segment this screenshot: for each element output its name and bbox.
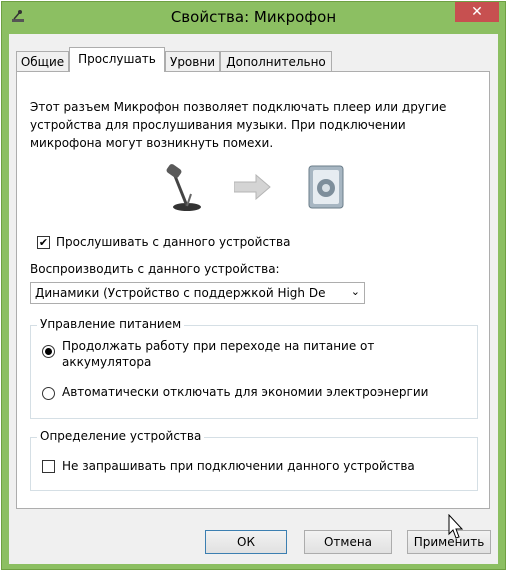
power-option-continue-label[interactable]: Продолжать работу при переходе на питани… (62, 338, 374, 370)
power-option-continue-line: аккумулятора (62, 355, 152, 369)
listen-checkbox[interactable]: ✔ (37, 236, 50, 249)
tab-listen[interactable]: Прослушать (69, 47, 165, 72)
detect-checkbox-label[interactable]: Не запрашивать при подключении данного у… (62, 459, 415, 473)
detect-group-title: Определение устройства (37, 429, 205, 443)
description-line: устройства для прослушивания музыки. При… (30, 118, 406, 132)
dialog-client: Общие Прослушать Уровни Дополнительно Эт… (9, 34, 498, 564)
power-option-disable-label[interactable]: Автоматически отключать для экономии эле… (62, 385, 428, 399)
arrow-right-icon (234, 174, 271, 200)
listen-checkbox-label[interactable]: Прослушивать с данного устройства (56, 235, 290, 249)
cancel-button[interactable]: Отмена (304, 530, 392, 554)
power-option-continue-line: Продолжать работу при переходе на питани… (62, 339, 375, 353)
window-title: Свойства: Микрофон (170, 8, 337, 26)
detect-checkbox[interactable] (42, 460, 55, 473)
title-bar[interactable]: Свойства: Микрофон ✕ (2, 2, 505, 33)
ok-button[interactable]: ОК (205, 530, 287, 554)
device-illustration (157, 164, 377, 224)
power-group-title: Управление питанием (37, 317, 185, 331)
playback-device-value: Динамики (Устройство с поддержкой High D… (35, 286, 326, 300)
listen-panel: Этот разъем Микрофон позволяет подключат… (16, 71, 490, 509)
close-button[interactable]: ✕ (455, 2, 499, 22)
tab-advanced[interactable]: Дополнительно (220, 51, 332, 71)
description: Этот разъем Микрофон позволяет подключат… (30, 98, 470, 152)
mouse-cursor-icon (448, 514, 464, 539)
power-management-group: Управление питанием Продолжать работу пр… (30, 317, 478, 419)
microphone-icon (166, 164, 201, 211)
chevron-down-icon: ⌄ (350, 285, 360, 298)
description-line: Этот разъем Микрофон позволяет подключат… (30, 100, 447, 114)
playback-label: Воспроизводить с данного устройства: (30, 262, 280, 276)
device-detection-group: Определение устройства Не запрашивать пр… (30, 429, 478, 491)
properties-window: Свойства: Микрофон ✕ Общие Прослушать Ур… (1, 1, 506, 570)
power-option-disable-radio[interactable] (42, 387, 55, 400)
tab-general[interactable]: Общие (16, 51, 69, 71)
power-option-continue-radio[interactable] (42, 345, 55, 358)
tab-levels[interactable]: Уровни (165, 51, 220, 71)
speaker-icon (308, 165, 344, 209)
description-line: микрофона могут возникнуть помехи. (30, 136, 274, 150)
playback-device-select[interactable]: Динамики (Устройство с поддержкой High D… (30, 282, 365, 304)
